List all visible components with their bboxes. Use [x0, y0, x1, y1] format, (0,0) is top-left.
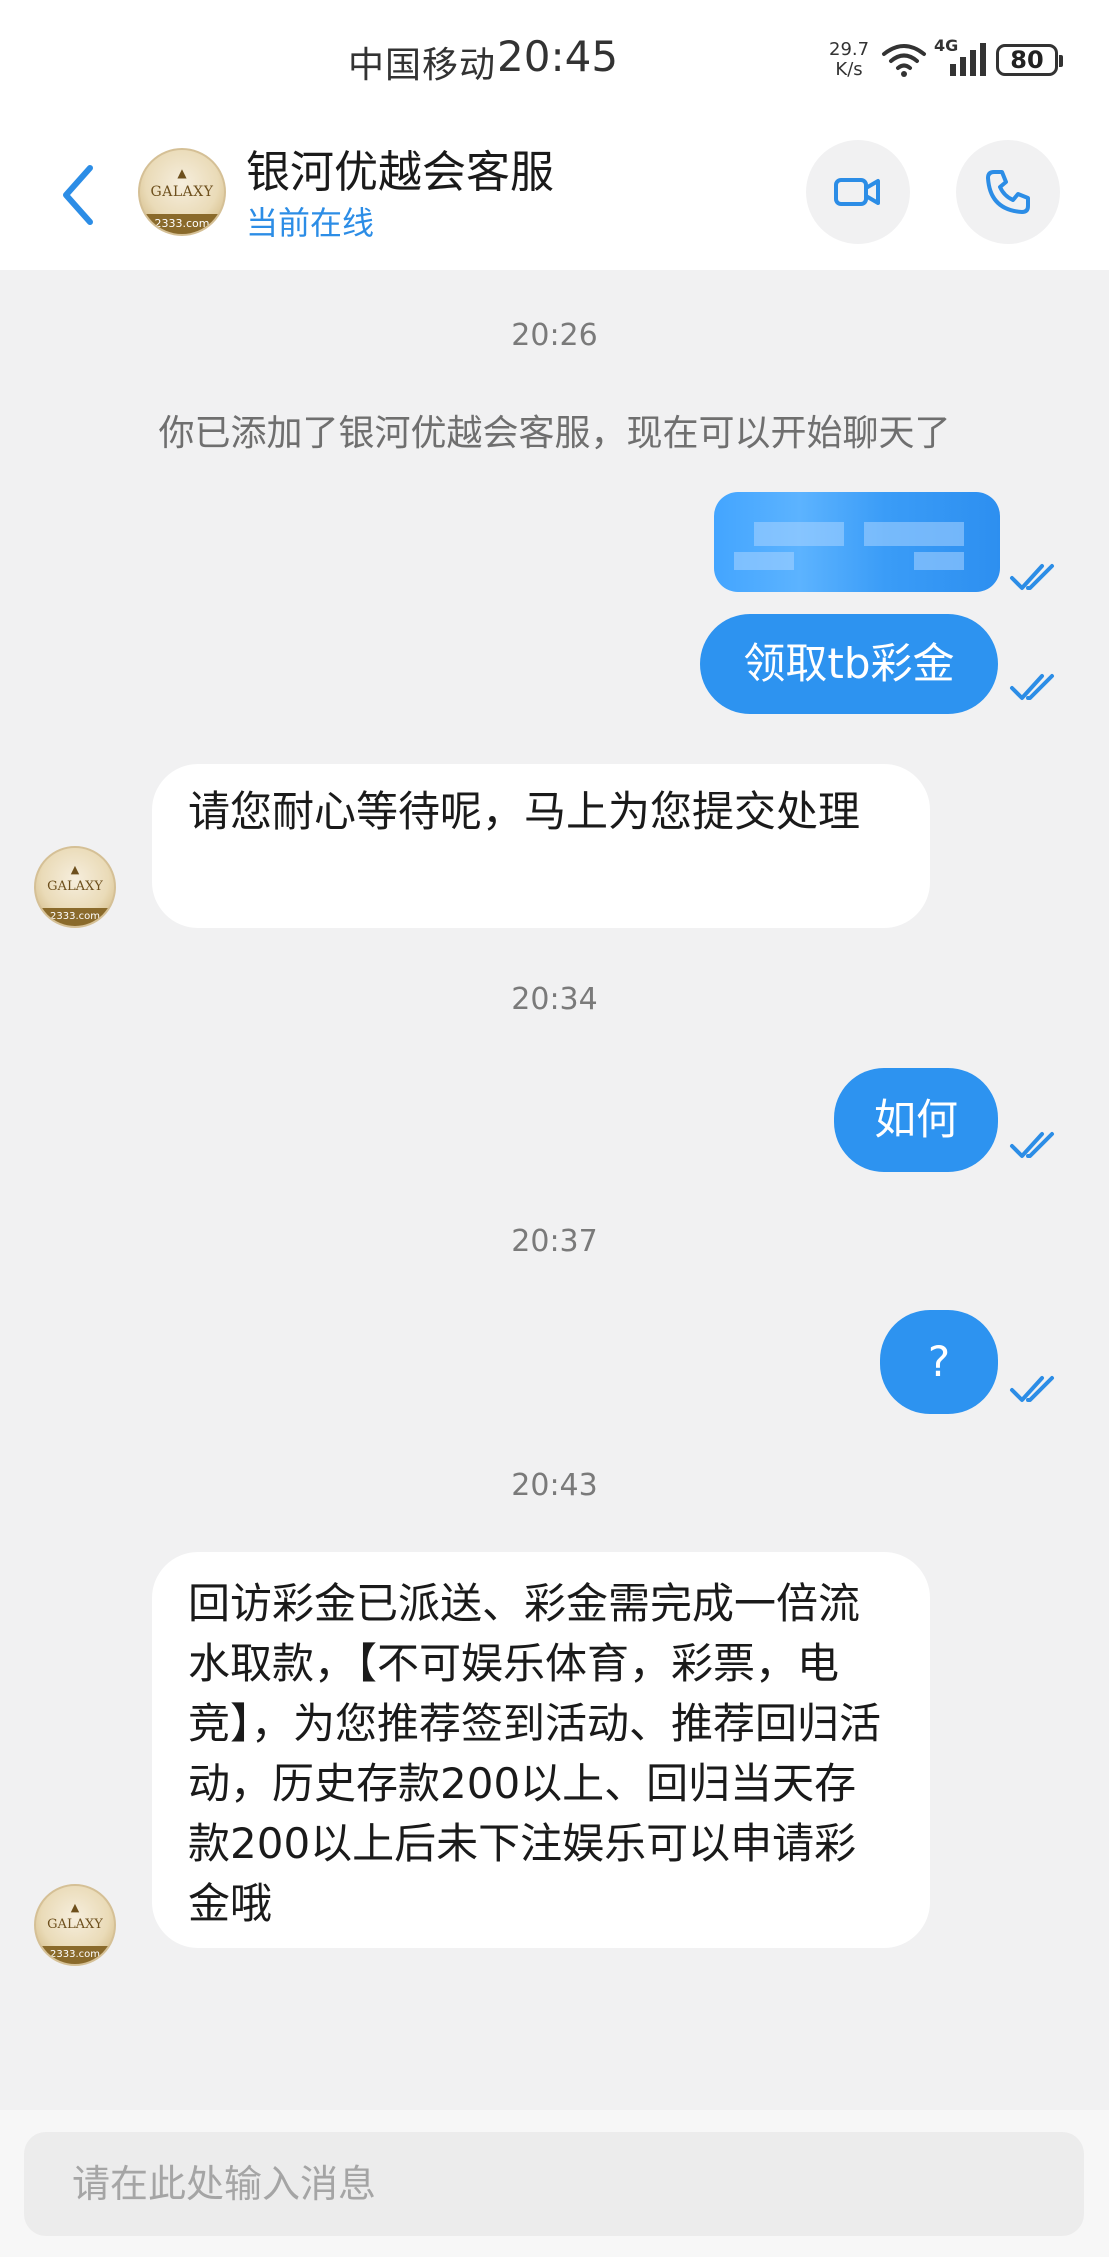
system-notice: 你已添加了银河优越会客服，现在可以开始聊天了	[158, 413, 951, 454]
signal-icon	[950, 43, 986, 76]
network-speed-unit: K/s	[835, 59, 863, 80]
online-status: 当前在线	[246, 204, 375, 242]
contact-name: 银河优越会客服	[246, 147, 554, 198]
blurred-message-bubble	[714, 492, 1000, 592]
phone-icon	[986, 170, 1030, 214]
double-check-icon	[1010, 564, 1054, 590]
battery-indicator: 80	[996, 44, 1063, 76]
incoming-message[interactable]: 请您耐心等待呢，马上为您提交处理	[152, 764, 930, 928]
outgoing-message[interactable]: 领取tb彩金	[700, 614, 998, 714]
clock: 20:45	[497, 32, 619, 81]
avatar-domain: 2333.com	[36, 908, 114, 926]
incoming-message[interactable]: 回访彩金已派送、彩金需完成一倍流水取款，【不可娱乐体育，彩票，电竞】，为您推荐签…	[152, 1552, 930, 1948]
avatar-brand: GALAXY	[47, 1917, 103, 1932]
voice-call-button[interactable]	[956, 140, 1060, 244]
back-arrow-icon[interactable]	[54, 160, 104, 230]
avatar-domain: 2333.com	[36, 1946, 114, 1964]
timestamp: 20:43	[511, 1468, 598, 1503]
chat-header: ▲ GALAXY 2333.com 银河优越会客服 当前在线	[0, 120, 1109, 270]
avatar-crown-icon: ▲	[177, 166, 187, 180]
timestamp: 20:37	[511, 1224, 598, 1259]
avatar-brand: GALAXY	[150, 184, 214, 200]
double-check-icon	[1010, 1376, 1054, 1402]
agent-avatar[interactable]: ▲ GALAXY 2333.com	[34, 1884, 116, 1966]
avatar-crown-icon: ▲	[70, 1901, 80, 1914]
status-bar: 中国移动 20:45 29.7 K/s 4G 80	[0, 0, 1109, 120]
network-speed-value: 29.7	[829, 39, 870, 60]
carrier-label: 中国移动	[348, 45, 497, 86]
chat-messages[interactable]: 20:26 你已添加了银河优越会客服，现在可以开始聊天了 领取tb彩金 ▲ GA…	[0, 270, 1109, 2110]
contact-avatar[interactable]: ▲ GALAXY 2333.com	[138, 148, 226, 236]
avatar-brand: GALAXY	[47, 879, 103, 894]
outgoing-message[interactable]: ?	[880, 1310, 998, 1414]
timestamp: 20:26	[511, 318, 598, 353]
timestamp: 20:34	[511, 982, 598, 1017]
video-camera-icon	[834, 178, 880, 206]
video-call-button[interactable]	[806, 140, 910, 244]
message-input[interactable]	[24, 2132, 1084, 2236]
double-check-icon	[1010, 674, 1054, 700]
network-speed: 29.7 K/s	[829, 40, 869, 80]
input-bar	[0, 2110, 1109, 2257]
outgoing-message[interactable]: 如何	[834, 1068, 998, 1172]
avatar-crown-icon: ▲	[70, 863, 80, 876]
wifi-icon	[882, 44, 926, 77]
agent-avatar[interactable]: ▲ GALAXY 2333.com	[34, 846, 116, 928]
avatar-domain: 2333.com	[140, 214, 224, 234]
double-check-icon	[1010, 1132, 1054, 1158]
